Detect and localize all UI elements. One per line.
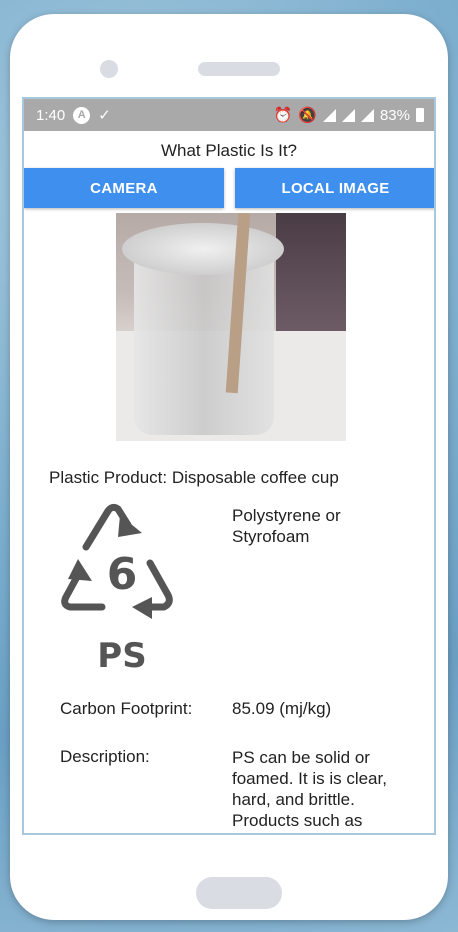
- earpiece-speaker: [198, 62, 280, 76]
- battery-icon: [416, 108, 424, 122]
- carbon-footprint-value: 85.09 (mj/kg): [232, 699, 332, 718]
- mute-icon: 🔕: [298, 107, 317, 124]
- product-name: Plastic Product: Disposable coffee cup: [49, 468, 339, 487]
- carbon-footprint-label: Carbon Footprint:: [60, 699, 193, 718]
- app-title: What Plastic Is It?: [160, 141, 298, 160]
- status-time: 1:40: [36, 106, 66, 124]
- local-image-button[interactable]: LOCAL IMAGE: [235, 168, 434, 208]
- description-label: Description:: [60, 747, 150, 766]
- status-bar: 1:40 A ✓ ⏰ 🔕 83%: [24, 99, 434, 131]
- front-camera: [100, 60, 118, 78]
- description-text: PS can be solid or foamed. It is is clea…: [232, 748, 387, 830]
- app-notification-icon: A: [73, 106, 91, 124]
- home-button[interactable]: [196, 877, 282, 909]
- signal-icon-2: [360, 108, 374, 122]
- recycle-abbrev: PS: [97, 636, 146, 676]
- camera-button[interactable]: CAMERA: [24, 168, 224, 208]
- download-done-icon: ✓: [98, 107, 111, 124]
- battery-percent: 83%: [379, 106, 410, 124]
- wifi-icon: [322, 108, 336, 122]
- recycle-number: 6: [107, 549, 138, 600]
- recycle-code-icon: 6 PS: [61, 503, 173, 676]
- alarm-icon: ⏰: [273, 107, 293, 124]
- material-name: Polystyrene or Styrofoam: [232, 506, 341, 546]
- product-photo: [116, 213, 346, 441]
- app-screen: 1:40 A ✓ ⏰ 🔕 83% What Plastic Is It? CAM…: [22, 97, 436, 835]
- signal-icon: [341, 108, 355, 122]
